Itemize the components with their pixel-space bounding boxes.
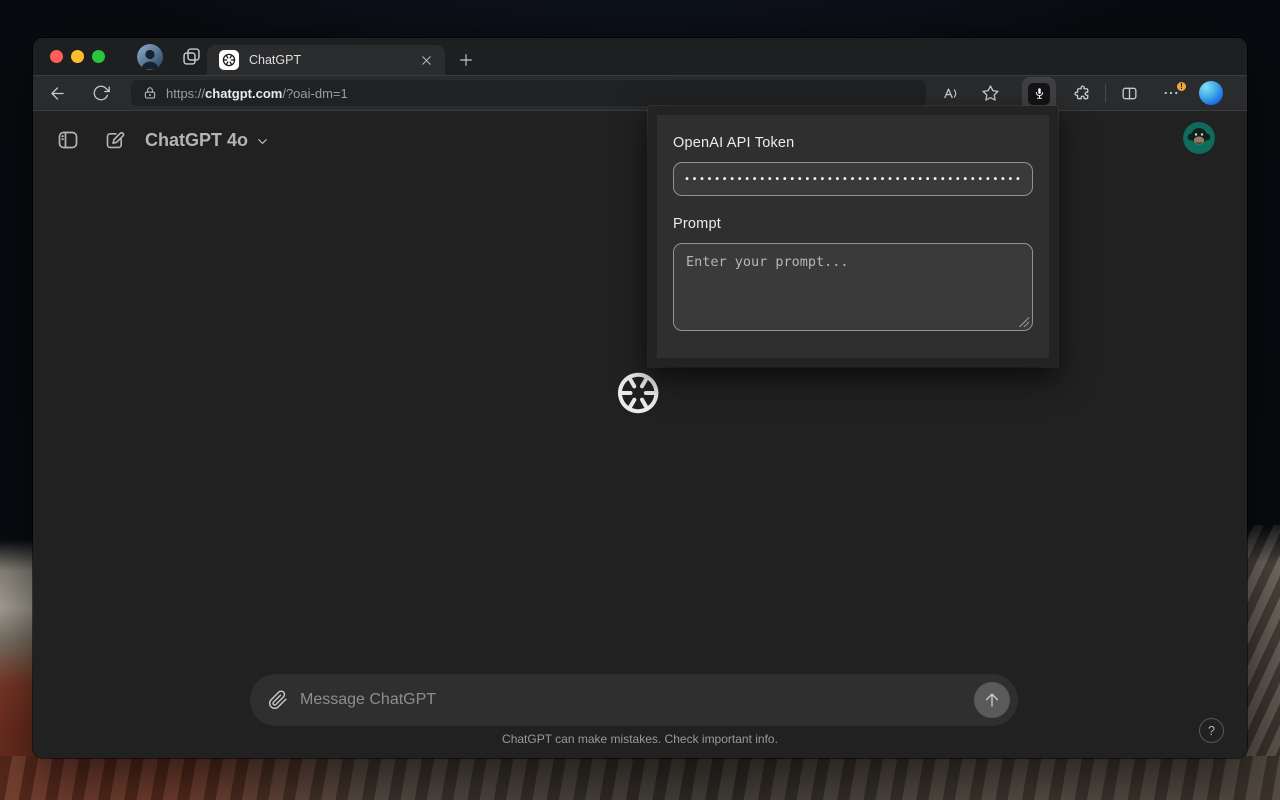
model-selector[interactable]: ChatGPT 4o [145,130,270,151]
extensions-puzzle-button[interactable] [1066,79,1098,107]
url-path: /?oai-dm=1 [282,85,348,101]
textarea-resize-handle[interactable] [1019,317,1029,327]
zoom-window-button[interactable] [92,50,105,63]
browser-titlebar: ChatGPT [33,38,1247,75]
browser-profile-avatar[interactable] [137,43,163,70]
url-bar[interactable]: https://chatgpt.com/?oai-dm=1 [131,80,926,106]
extension-popup-body: OpenAI API Token Prompt [657,115,1049,358]
copilot-icon [1199,81,1223,105]
sidebar-toggle-button[interactable] [53,125,83,155]
prompt-label: Prompt [673,216,721,232]
help-button[interactable]: ? [1199,718,1224,743]
send-arrow-icon [985,693,999,707]
toolbar-divider [1105,84,1106,102]
url-text: https://chatgpt.com/?oai-dm=1 [166,86,348,101]
refresh-button[interactable] [85,79,117,107]
chatgpt-header: ChatGPT 4o [33,111,1247,155]
navbar-tools: ! [934,76,1227,110]
extension-popup: OpenAI API Token Prompt [648,106,1058,367]
new-chat-button[interactable] [99,125,129,155]
browser-navbar: https://chatgpt.com/?oai-dm=1 ! [33,75,1247,111]
favorites-star-button[interactable] [974,79,1006,107]
chevron-down-icon [258,138,267,144]
close-window-button[interactable] [50,50,63,63]
minimize-window-button[interactable] [71,50,84,63]
split-screen-button[interactable] [1113,79,1145,107]
traffic-lights [33,50,105,63]
new-tab-button[interactable] [451,45,481,75]
settings-and-more-button[interactable]: ! [1155,79,1188,107]
desktop-wallpaper: ChatGPT https://chatgpt.com/?oai-dm=1 ! … [0,0,1280,800]
openai-logo [615,370,661,421]
message-composer[interactable] [250,674,1018,726]
tab-actions-menu-button[interactable] [178,44,204,70]
user-avatar[interactable] [1183,122,1215,154]
tab-close-icon[interactable] [417,51,435,69]
attach-file-icon[interactable] [268,690,288,710]
warning-badge: ! [1175,80,1188,93]
token-label: OpenAI API Token [673,135,795,151]
disclaimer-text: ChatGPT can make mistakes. Check importa… [502,732,778,746]
url-host: chatgpt.com [205,85,283,101]
prompt-textarea[interactable] [673,243,1033,331]
tab-title: ChatGPT [249,53,302,67]
wallpaper-rocks-bottom [0,756,1280,800]
copilot-button[interactable] [1195,79,1227,107]
send-button[interactable] [974,682,1010,718]
back-button[interactable] [41,79,73,107]
browser-window: ChatGPT https://chatgpt.com/?oai-dm=1 ! … [33,38,1247,758]
lock-icon [144,87,156,99]
chatgpt-favicon-icon [219,50,239,70]
help-label: ? [1208,723,1215,738]
tab-chatgpt[interactable]: ChatGPT [207,45,445,75]
api-token-input[interactable] [673,162,1033,196]
prompt-textarea-wrapper [673,243,1033,331]
chatgpt-page: ChatGPT 4o Message ChatGPT ChatGPT can m… [33,111,1247,756]
read-aloud-button[interactable] [934,79,966,107]
message-input[interactable] [300,691,974,709]
url-scheme: https:// [166,85,206,101]
model-label: ChatGPT 4o [145,129,249,150]
microphone-extension-icon [1028,82,1050,105]
